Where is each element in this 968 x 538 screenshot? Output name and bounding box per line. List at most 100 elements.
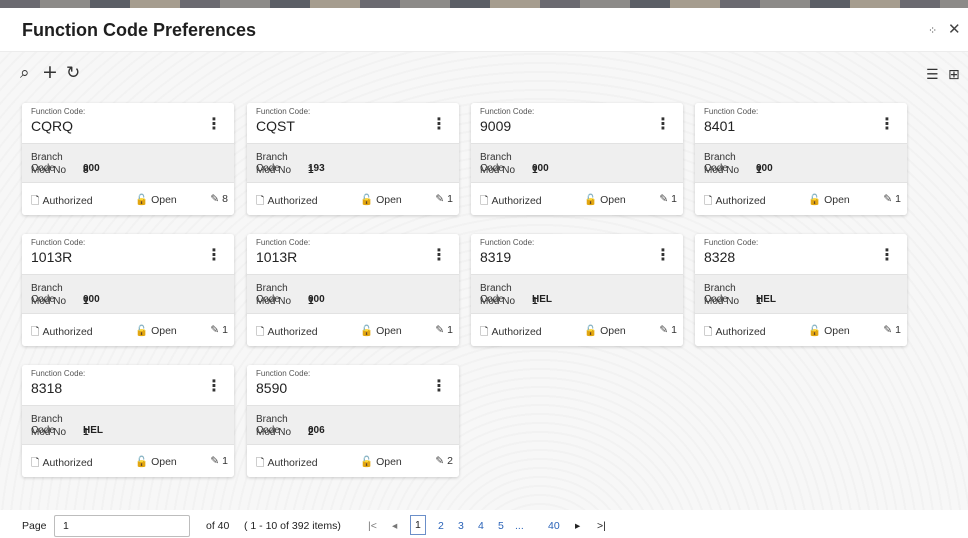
kebab-menu-icon[interactable]: ⋮ bbox=[206, 116, 222, 132]
refresh-icon[interactable]: ↻ bbox=[66, 64, 80, 82]
record-card[interactable]: Function Code: 1013R ⋮ Branch Code 000 Mo… bbox=[22, 234, 234, 346]
unlock-icon: 🔓 bbox=[360, 325, 374, 337]
record-card[interactable]: Function Code: 8328 ⋮ Branch Code HEL Mod… bbox=[695, 234, 907, 346]
first-page-button[interactable]: |< bbox=[368, 520, 377, 532]
edit-icon: ✎ bbox=[210, 193, 220, 205]
mod-no-label: Mod No bbox=[31, 427, 67, 438]
page-button-1[interactable]: 1 bbox=[410, 515, 426, 535]
card-header: Function Code: 8590 ⋮ bbox=[247, 365, 459, 405]
card-header: Function Code: 1013R ⋮ bbox=[22, 234, 234, 274]
record-card[interactable]: Function Code: CQRQ ⋮ Branch Code 000 Mod… bbox=[22, 103, 234, 215]
unlock-icon: 🔓 bbox=[135, 456, 149, 468]
modifications-count-value: 1 bbox=[447, 324, 453, 336]
modifications-count-value: 8 bbox=[222, 193, 228, 205]
minimize-icon[interactable]: ⁘ bbox=[928, 23, 937, 39]
edit-icon: ✎ bbox=[435, 324, 445, 336]
page-button-4[interactable]: 4 bbox=[478, 520, 484, 532]
kebab-menu-icon[interactable]: ⋮ bbox=[206, 378, 222, 394]
authorized-icon: 🗋 bbox=[704, 195, 713, 207]
mod-no-label: Mod No bbox=[256, 296, 292, 307]
card-footer: 🗋 Authorized 🔓 Open ✎ 1 bbox=[471, 315, 683, 346]
record-card[interactable]: Function Code: 8401 ⋮ Branch Code 000 Mod… bbox=[695, 103, 907, 215]
function-code-label: Function Code: bbox=[704, 238, 759, 247]
modifications-count-value: 1 bbox=[222, 324, 228, 336]
mod-no-value: 1 bbox=[756, 165, 762, 176]
modifications-count-value: 1 bbox=[671, 324, 677, 336]
mod-no-label: Mod No bbox=[704, 165, 740, 176]
edit-icon: ✎ bbox=[659, 324, 669, 336]
card-details: Branch Code HEL Mod No 1 bbox=[22, 405, 234, 445]
function-code-label: Function Code: bbox=[31, 369, 86, 378]
open-status: 🔓 Open bbox=[360, 455, 402, 468]
authorized-icon: 🗋 bbox=[31, 195, 40, 207]
record-card[interactable]: Function Code: 8319 ⋮ Branch Code HEL Mod… bbox=[471, 234, 683, 346]
kebab-menu-icon[interactable]: ⋮ bbox=[655, 116, 671, 132]
modifications-count: ✎ 1 bbox=[435, 324, 453, 336]
modifications-count-value: 1 bbox=[222, 455, 228, 467]
next-page-button[interactable]: ▸ bbox=[575, 520, 580, 532]
list-view-icon[interactable]: ☰ bbox=[926, 66, 939, 84]
modifications-count: ✎ 2 bbox=[435, 455, 453, 467]
tile-view-icon[interactable]: ⊞ bbox=[948, 66, 960, 84]
open-status: 🔓 Open bbox=[584, 193, 626, 206]
add-icon[interactable]: + bbox=[42, 63, 58, 82]
page-button-2[interactable]: 2 bbox=[438, 520, 444, 532]
window-header: Function Code Preferences ⁘ ✕ bbox=[0, 8, 968, 52]
close-icon[interactable]: ✕ bbox=[948, 21, 961, 37]
kebab-menu-icon[interactable]: ⋮ bbox=[206, 247, 222, 263]
unlock-icon: 🔓 bbox=[584, 325, 598, 337]
function-code-preferences-window: Function Code Preferences ⁘ ✕ ⌕ + ↻ ☰ ⊞ … bbox=[0, 8, 968, 538]
record-card[interactable]: Function Code: 9009 ⋮ Branch Code 000 Mod… bbox=[471, 103, 683, 215]
mod-no-value: 1 bbox=[532, 165, 538, 176]
function-code-label: Function Code: bbox=[480, 107, 535, 116]
last-page-button[interactable]: >| bbox=[597, 520, 606, 532]
card-footer: 🗋 Authorized 🔓 Open ✎ 1 bbox=[695, 184, 907, 215]
function-code-value: 8318 bbox=[31, 380, 63, 396]
modifications-count: ✎ 1 bbox=[210, 324, 228, 336]
page-number-input[interactable] bbox=[54, 515, 190, 537]
function-code-label: Function Code: bbox=[256, 238, 311, 247]
function-code-value: 8319 bbox=[480, 249, 512, 265]
kebab-menu-icon[interactable]: ⋮ bbox=[431, 116, 447, 132]
unlock-icon: 🔓 bbox=[360, 456, 374, 468]
open-status: 🔓 Open bbox=[808, 193, 850, 206]
modifications-count-value: 2 bbox=[447, 455, 453, 467]
record-card[interactable]: Function Code: 8318 ⋮ Branch Code HEL Mod… bbox=[22, 365, 234, 477]
page-button-5[interactable]: 5 bbox=[498, 520, 504, 532]
edit-icon: ✎ bbox=[210, 455, 220, 467]
record-card[interactable]: Function Code: 8590 ⋮ Branch Code 006 Mod… bbox=[247, 365, 459, 477]
modifications-count-value: 1 bbox=[895, 193, 901, 205]
card-header: Function Code: 1013R ⋮ bbox=[247, 234, 459, 274]
open-status: 🔓 Open bbox=[135, 324, 177, 337]
edit-icon: ✎ bbox=[883, 193, 893, 205]
open-label: Open bbox=[824, 325, 850, 337]
items-range-label: ( 1 - 10 of 392 items) bbox=[244, 520, 341, 532]
kebab-menu-icon[interactable]: ⋮ bbox=[655, 247, 671, 263]
kebab-menu-icon[interactable]: ⋮ bbox=[879, 247, 895, 263]
edit-icon: ✎ bbox=[883, 324, 893, 336]
open-status: 🔓 Open bbox=[135, 193, 177, 206]
authorized-icon: 🗋 bbox=[256, 195, 265, 207]
unlock-icon: 🔓 bbox=[135, 325, 149, 337]
modifications-count: ✎ 1 bbox=[883, 324, 901, 336]
record-card[interactable]: Function Code: CQST ⋮ Branch Code 193 Mod… bbox=[247, 103, 459, 215]
kebab-menu-icon[interactable]: ⋮ bbox=[431, 247, 447, 263]
authorized-status: 🗋 Authorized bbox=[704, 193, 766, 211]
kebab-menu-icon[interactable]: ⋮ bbox=[879, 116, 895, 132]
modifications-count-value: 1 bbox=[447, 193, 453, 205]
authorized-status: 🗋 Authorized bbox=[256, 193, 318, 211]
page-button-40[interactable]: 40 bbox=[548, 520, 560, 532]
card-details: Branch Code 006 Mod No 2 bbox=[247, 405, 459, 445]
mod-no-value: 1 bbox=[756, 296, 762, 307]
search-icon[interactable]: ⌕ bbox=[20, 64, 30, 82]
unlock-icon: 🔓 bbox=[808, 194, 822, 206]
modifications-count: ✎ 1 bbox=[435, 193, 453, 205]
record-card[interactable]: Function Code: 1013R ⋮ Branch Code 000 Mo… bbox=[247, 234, 459, 346]
authorized-icon: 🗋 bbox=[704, 326, 713, 338]
kebab-menu-icon[interactable]: ⋮ bbox=[431, 378, 447, 394]
unlock-icon: 🔓 bbox=[808, 325, 822, 337]
function-code-value: CQST bbox=[256, 118, 295, 134]
page-button-3[interactable]: 3 bbox=[458, 520, 464, 532]
function-code-value: 1013R bbox=[31, 249, 73, 265]
previous-page-button[interactable]: ◂ bbox=[392, 520, 397, 532]
